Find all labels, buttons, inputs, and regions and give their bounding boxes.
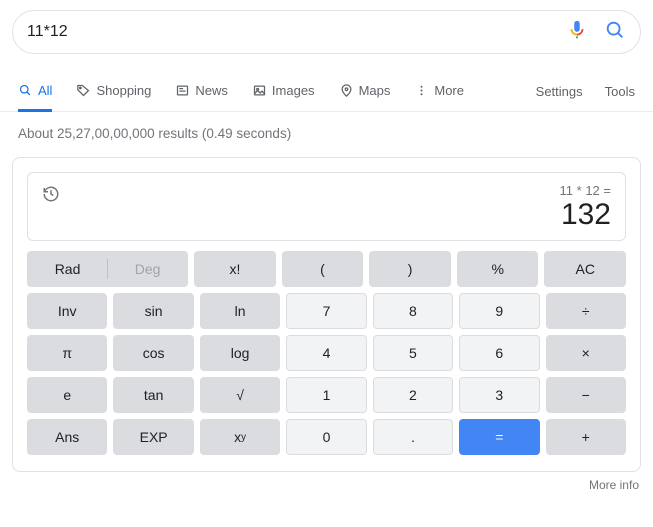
news-icon bbox=[175, 83, 190, 98]
e-button[interactable]: e bbox=[27, 377, 107, 413]
tabs-row: All Shopping News Images Maps More Setti… bbox=[0, 72, 653, 112]
tab-label: All bbox=[38, 83, 52, 98]
mic-icon[interactable] bbox=[566, 19, 588, 46]
num-3-button[interactable]: 3 bbox=[459, 377, 539, 413]
calculator-expression: 11 * 12 = bbox=[560, 183, 611, 198]
image-icon bbox=[252, 83, 267, 98]
result-stats: About 25,27,00,00,000 results (0.49 seco… bbox=[0, 112, 653, 151]
deg-label: Deg bbox=[108, 261, 187, 277]
sqrt-button[interactable]: √ bbox=[200, 377, 280, 413]
num-7-button[interactable]: 7 bbox=[286, 293, 366, 329]
search-icon[interactable] bbox=[604, 19, 626, 46]
num-5-button[interactable]: 5 bbox=[373, 335, 453, 371]
num-9-button[interactable]: 9 bbox=[459, 293, 539, 329]
subtract-button[interactable]: − bbox=[546, 377, 626, 413]
num-2-button[interactable]: 2 bbox=[373, 377, 453, 413]
tab-more[interactable]: More bbox=[414, 72, 464, 112]
tab-label: Shopping bbox=[96, 83, 151, 98]
tab-maps[interactable]: Maps bbox=[339, 72, 391, 112]
sin-button[interactable]: sin bbox=[113, 293, 193, 329]
history-icon[interactable] bbox=[42, 183, 60, 232]
ac-button[interactable]: AC bbox=[544, 251, 626, 287]
tab-all[interactable]: All bbox=[18, 72, 52, 112]
settings-link[interactable]: Settings bbox=[536, 84, 583, 99]
inv-button[interactable]: Inv bbox=[27, 293, 107, 329]
rparen-button[interactable]: ) bbox=[369, 251, 451, 287]
tan-button[interactable]: tan bbox=[113, 377, 193, 413]
equals-button[interactable]: = bbox=[459, 419, 539, 455]
tab-images[interactable]: Images bbox=[252, 72, 315, 112]
calculator-result: 132 bbox=[560, 198, 611, 232]
calculator-keypad: Rad Deg x! ( ) % AC Inv sin ln 7 8 9 ÷ π… bbox=[27, 251, 626, 455]
more-icon bbox=[414, 83, 429, 98]
log-button[interactable]: log bbox=[200, 335, 280, 371]
more-info-link[interactable]: More info bbox=[0, 478, 639, 492]
tab-news[interactable]: News bbox=[175, 72, 228, 112]
num-0-button[interactable]: 0 bbox=[286, 419, 366, 455]
tab-label: Maps bbox=[359, 83, 391, 98]
tab-label: Images bbox=[272, 83, 315, 98]
add-button[interactable]: + bbox=[546, 419, 626, 455]
percent-button[interactable]: % bbox=[457, 251, 539, 287]
divide-button[interactable]: ÷ bbox=[546, 293, 626, 329]
tab-label: News bbox=[195, 83, 228, 98]
search-bar bbox=[12, 10, 641, 54]
tools-link[interactable]: Tools bbox=[605, 84, 635, 99]
calculator-display: 11 * 12 = 132 bbox=[27, 172, 626, 241]
calculator-card: 11 * 12 = 132 Rad Deg x! ( ) % AC Inv si… bbox=[12, 157, 641, 472]
search-input[interactable] bbox=[27, 23, 566, 41]
rad-label: Rad bbox=[28, 261, 107, 277]
lparen-button[interactable]: ( bbox=[282, 251, 364, 287]
num-4-button[interactable]: 4 bbox=[286, 335, 366, 371]
ln-button[interactable]: ln bbox=[200, 293, 280, 329]
tab-label: More bbox=[434, 83, 464, 98]
power-button[interactable]: xy bbox=[200, 419, 280, 455]
pi-button[interactable]: π bbox=[27, 335, 107, 371]
num-1-button[interactable]: 1 bbox=[286, 377, 366, 413]
search-icon bbox=[18, 83, 33, 98]
num-6-button[interactable]: 6 bbox=[459, 335, 539, 371]
dot-button[interactable]: . bbox=[373, 419, 453, 455]
ans-button[interactable]: Ans bbox=[27, 419, 107, 455]
tag-icon bbox=[76, 83, 91, 98]
multiply-button[interactable]: × bbox=[546, 335, 626, 371]
exp-button[interactable]: EXP bbox=[113, 419, 193, 455]
num-8-button[interactable]: 8 bbox=[373, 293, 453, 329]
factorial-button[interactable]: x! bbox=[194, 251, 276, 287]
cos-button[interactable]: cos bbox=[113, 335, 193, 371]
tab-shopping[interactable]: Shopping bbox=[76, 72, 151, 112]
rad-deg-toggle[interactable]: Rad Deg bbox=[27, 251, 188, 287]
map-icon bbox=[339, 83, 354, 98]
